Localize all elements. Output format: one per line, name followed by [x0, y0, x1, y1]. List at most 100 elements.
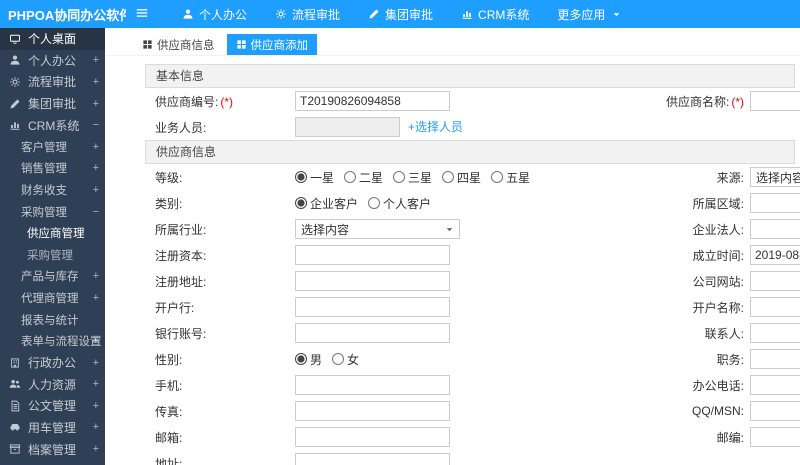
tab-supplier-add[interactable]: 供应商添加 — [226, 34, 317, 55]
expand-plus-icon: + — [92, 75, 99, 88]
form-row: 等级: 一星 二星 三星 四星 五星 来源: 选择内容 — [145, 164, 800, 190]
select-person-link[interactable]: +选择人员 — [408, 120, 463, 134]
field-label-text: 注册资本: — [155, 248, 207, 263]
nav-item-1[interactable]: 流程审批 — [261, 0, 354, 28]
radio-label: 二星 — [359, 170, 384, 185]
text-input[interactable] — [750, 193, 800, 213]
text-input[interactable] — [295, 245, 450, 265]
field-control — [750, 91, 800, 111]
radio-label: 企业客户 — [310, 196, 359, 211]
field-label-text: 开户行: — [155, 300, 195, 315]
field-label: 类别: — [145, 195, 295, 212]
nav-item-0[interactable]: 个人办公 — [168, 0, 261, 28]
sidebar-item-19[interactable]: 档案管理 + — [0, 438, 105, 460]
text-input[interactable] — [750, 245, 800, 265]
sidebar-item-9[interactable]: 供应商管理 — [0, 222, 105, 244]
sidebar: 个人桌面 个人办公 + 流程审批 + 集团审批 + CRM系统 − 客户管理 + 销售管理 + 财务收支 +… — [0, 28, 105, 465]
sidebar-item-4[interactable]: CRM系统 − — [0, 114, 105, 136]
nav-item-2[interactable]: 集团审批 — [354, 0, 447, 28]
text-input[interactable] — [750, 219, 800, 239]
gear-icon — [275, 8, 287, 20]
sidebar-item-11[interactable]: 产品与库存 + — [0, 266, 105, 288]
nav-item-4[interactable]: 更多应用 — [543, 0, 635, 28]
radio-input[interactable] — [332, 353, 345, 365]
field-label-text: 公司网站: — [692, 274, 744, 289]
archive-icon — [9, 443, 24, 455]
text-input[interactable] — [295, 401, 450, 421]
expand-plus-icon: + — [92, 378, 99, 391]
sidebar-toggle[interactable] — [126, 0, 158, 28]
text-input[interactable] — [750, 297, 800, 317]
text-input[interactable] — [295, 91, 450, 111]
text-input[interactable] — [295, 117, 400, 137]
section-header: 基本信息 — [145, 64, 795, 88]
text-input[interactable] — [750, 349, 800, 369]
radio-option[interactable]: 三星 — [393, 169, 432, 186]
sidebar-item-14[interactable]: 表单与流程设置 + — [0, 330, 105, 352]
text-input[interactable] — [295, 375, 450, 395]
radio-option[interactable]: 四星 — [442, 169, 481, 186]
radio-option[interactable]: 一星 — [295, 169, 334, 186]
field-control — [750, 349, 800, 369]
sidebar-item-5[interactable]: 客户管理 + — [0, 136, 105, 158]
radio-input[interactable] — [491, 171, 504, 183]
sidebar-item-16[interactable]: 人力资源 + — [0, 374, 105, 396]
sidebar-item-10[interactable]: 采购管理 — [0, 244, 105, 266]
text-input[interactable] — [295, 297, 450, 317]
radio-option[interactable]: 企业客户 — [295, 195, 358, 212]
radio-input[interactable] — [295, 353, 307, 365]
radio-option[interactable]: 五星 — [491, 169, 530, 186]
field-label: 供应商名称: (*) — [645, 93, 750, 110]
radio-input[interactable] — [295, 171, 307, 183]
text-input[interactable] — [750, 91, 800, 111]
select-dropdown[interactable]: 选择内容 — [295, 219, 460, 239]
text-input[interactable] — [295, 453, 450, 465]
sidebar-item-label: 财务收支 — [21, 184, 67, 197]
text-input[interactable] — [295, 427, 450, 447]
sidebar-item-12[interactable]: 代理商管理 + — [0, 287, 105, 309]
sidebar-item-15[interactable]: 行政办公 + — [0, 352, 105, 374]
nav-item-3[interactable]: CRM系统 — [447, 0, 543, 28]
field-control — [750, 375, 800, 395]
sidebar-item-2[interactable]: 流程审批 + — [0, 71, 105, 93]
radio-input[interactable] — [393, 171, 406, 183]
field-label-text: 开户名称: — [692, 300, 744, 315]
radio-label: 女 — [347, 352, 360, 367]
field-label-text: 邮编: — [716, 430, 744, 445]
sidebar-item-0[interactable]: 个人桌面 — [0, 28, 105, 50]
sidebar-item-13[interactable]: 报表与统计 — [0, 309, 105, 331]
text-input[interactable] — [750, 323, 800, 343]
radio-input[interactable] — [368, 197, 381, 209]
select-dropdown[interactable]: 选择内容 — [750, 167, 800, 187]
sidebar-item-3[interactable]: 集团审批 + — [0, 93, 105, 115]
sidebar-item-18[interactable]: 用车管理 + — [0, 417, 105, 439]
text-input[interactable] — [295, 323, 450, 343]
text-input[interactable] — [750, 427, 800, 447]
tab-supplier-info[interactable]: 供应商信息 — [133, 34, 224, 55]
radio-input[interactable] — [344, 171, 357, 183]
text-input[interactable] — [750, 271, 800, 291]
sidebar-item-8[interactable]: 采购管理 − — [0, 201, 105, 223]
sidebar-item-label: 销售管理 — [21, 163, 67, 176]
grid-icon — [142, 39, 153, 50]
field-label: 手机: — [145, 377, 295, 394]
radio-input[interactable] — [442, 171, 455, 183]
sidebar-item-17[interactable]: 公文管理 + — [0, 395, 105, 417]
radio-option[interactable]: 个人客户 — [368, 195, 431, 212]
radio-input[interactable] — [295, 197, 307, 209]
radio-option[interactable]: 女 — [332, 351, 359, 368]
field-label: 邮编: — [645, 429, 750, 446]
text-input[interactable] — [295, 271, 450, 291]
sidebar-item-1[interactable]: 个人办公 + — [0, 50, 105, 72]
sidebar-item-7[interactable]: 财务收支 + — [0, 179, 105, 201]
sidebar-item-6[interactable]: 销售管理 + — [0, 158, 105, 180]
field-label: 办公电话: — [645, 377, 750, 394]
text-input[interactable] — [750, 375, 800, 395]
text-input[interactable] — [750, 401, 800, 421]
radio-option[interactable]: 二星 — [344, 169, 383, 186]
content-area: 供应商信息供应商添加 基本信息供应商编号:(*)供应商名称:(*)业务人员:+选… — [105, 28, 800, 465]
radio-label: 男 — [310, 352, 323, 367]
radio-option[interactable]: 男 — [295, 351, 322, 368]
car-icon — [9, 421, 24, 433]
expand-plus-icon: + — [92, 162, 99, 175]
